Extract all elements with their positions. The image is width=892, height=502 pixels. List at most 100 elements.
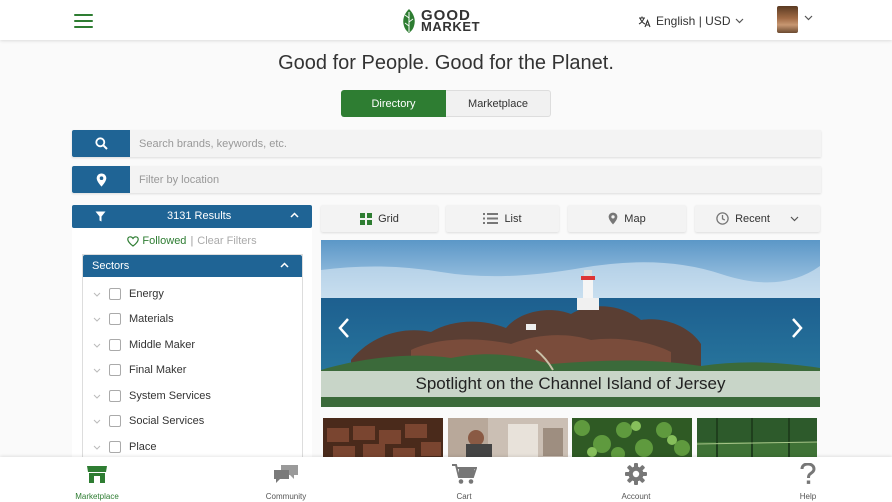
nav-label: Marketplace xyxy=(75,492,119,501)
account-menu-chevron-icon[interactable] xyxy=(804,15,813,21)
chevron-up-icon xyxy=(290,212,299,218)
search-input[interactable] xyxy=(130,130,821,157)
chat-bubbles-icon xyxy=(274,465,298,483)
clock-icon xyxy=(716,212,729,225)
sector-checkbox[interactable] xyxy=(109,339,121,351)
filter-funnel-icon xyxy=(95,211,106,222)
expand-chevron-icon[interactable] xyxy=(93,368,101,373)
workshop-image xyxy=(448,418,568,460)
carousel-next-arrow-icon[interactable] xyxy=(791,317,803,339)
map-label: Map xyxy=(624,212,646,225)
sector-checkbox[interactable] xyxy=(109,441,121,453)
spotlight-carousel[interactable]: Spotlight on the Channel Island of Jerse… xyxy=(321,240,820,407)
plants-image xyxy=(572,418,692,460)
sector-item-final-maker[interactable]: Final Maker xyxy=(93,363,186,377)
location-button[interactable] xyxy=(72,166,130,193)
sector-label: Materials xyxy=(129,313,174,325)
language-label: English | USD xyxy=(656,14,731,28)
nav-label: Account xyxy=(621,492,651,501)
logo-line-2: MARKET xyxy=(421,19,481,34)
sort-label: Recent xyxy=(735,212,770,225)
mode-toggle: Directory Marketplace xyxy=(341,90,551,117)
sector-item-system-services[interactable]: System Services xyxy=(93,389,211,403)
list-icon xyxy=(483,213,499,224)
search-bar xyxy=(72,130,821,157)
expand-chevron-icon[interactable] xyxy=(93,292,101,297)
map-view-button[interactable]: Map xyxy=(568,205,686,232)
expand-chevron-icon[interactable] xyxy=(93,343,101,348)
search-button[interactable] xyxy=(72,130,130,157)
chevron-down-icon xyxy=(790,216,799,221)
translate-icon xyxy=(638,16,651,27)
list-view-button[interactable]: List xyxy=(446,205,559,232)
followed-row: Followed | Clear Filters xyxy=(72,235,312,247)
nav-label: Community xyxy=(265,492,307,501)
leaf-logo-icon xyxy=(403,9,415,33)
store-icon xyxy=(87,466,107,483)
nav-help[interactable]: Help xyxy=(763,457,853,502)
page-tagline: Good for People. Good for the Planet. xyxy=(278,52,614,74)
nav-community[interactable]: Community xyxy=(241,457,331,502)
marketplace-tab[interactable]: Marketplace xyxy=(446,90,551,117)
list-label: List xyxy=(504,212,522,225)
sector-item-place[interactable]: Place xyxy=(93,440,157,454)
nav-marketplace[interactable]: Marketplace xyxy=(52,457,142,502)
sector-label: Final Maker xyxy=(129,364,187,376)
cart-icon xyxy=(452,464,477,484)
bottom-navigation: Marketplace Community Cart Account Help xyxy=(0,457,892,502)
nav-label: Help xyxy=(799,492,817,501)
sector-checkbox[interactable] xyxy=(109,390,121,402)
product-thumbnail[interactable] xyxy=(572,418,692,460)
sector-item-energy[interactable]: Energy xyxy=(93,287,164,301)
language-currency-selector[interactable]: English | USD xyxy=(638,14,744,28)
map-pin-icon xyxy=(608,212,618,225)
nav-cart[interactable]: Cart xyxy=(419,457,509,502)
hamburger-menu-icon[interactable] xyxy=(74,14,93,28)
filter-separator: | xyxy=(190,235,194,247)
sector-item-social-services[interactable]: Social Services xyxy=(93,414,204,428)
sector-item-materials[interactable]: Materials xyxy=(93,312,174,326)
nav-label: Cart xyxy=(456,492,472,501)
results-count: 3131 Results xyxy=(167,210,232,222)
product-thumbnail[interactable] xyxy=(697,418,817,460)
product-thumbnail[interactable] xyxy=(448,418,568,460)
sector-label: Place xyxy=(129,441,157,453)
expand-chevron-icon[interactable] xyxy=(93,317,101,322)
location-bar xyxy=(72,166,821,193)
sector-checkbox[interactable] xyxy=(109,364,121,376)
nav-account[interactable]: Account xyxy=(591,457,681,502)
carousel-prev-arrow-icon[interactable] xyxy=(338,317,350,339)
sector-label: System Services xyxy=(129,390,211,402)
expand-chevron-icon[interactable] xyxy=(93,394,101,399)
logo-wordmark: GOOD MARKET xyxy=(421,8,481,34)
sectors-header[interactable]: Sectors xyxy=(83,255,302,277)
product-thumbnail[interactable] xyxy=(323,418,443,460)
expand-chevron-icon[interactable] xyxy=(93,419,101,424)
chevron-up-icon xyxy=(280,262,289,268)
heart-icon xyxy=(127,235,140,247)
sectors-title: Sectors xyxy=(92,260,130,272)
user-avatar[interactable] xyxy=(777,6,798,33)
expand-chevron-icon[interactable] xyxy=(93,445,101,450)
sector-checkbox[interactable] xyxy=(109,313,121,325)
chevron-down-icon xyxy=(736,18,744,24)
directory-tab[interactable]: Directory xyxy=(341,90,446,117)
clear-filters-link[interactable]: Clear Filters xyxy=(197,235,256,247)
question-icon xyxy=(800,463,816,484)
results-filter-header[interactable]: 3131 Results xyxy=(72,205,312,228)
sectors-filter-box: Sectors Energy Materials Middle Maker Fi… xyxy=(82,254,303,460)
location-input[interactable] xyxy=(130,166,821,193)
grid-view-button[interactable]: Grid xyxy=(321,205,438,232)
good-market-logo[interactable]: GOOD MARKET xyxy=(401,7,480,35)
filter-panel: Followed | Clear Filters Sectors Energy … xyxy=(72,228,312,460)
sort-dropdown[interactable]: Recent xyxy=(695,205,820,232)
spotlight-caption: Spotlight on the Channel Island of Jerse… xyxy=(415,374,726,393)
sector-item-middle-maker[interactable]: Middle Maker xyxy=(93,338,195,352)
map-pin-icon xyxy=(96,173,106,186)
sector-checkbox[interactable] xyxy=(109,415,121,427)
followed-filter[interactable]: Followed xyxy=(127,235,186,247)
followed-label: Followed xyxy=(142,235,187,247)
chocolate-image xyxy=(323,418,443,460)
top-header: GOOD MARKET English | USD xyxy=(0,0,892,40)
sector-checkbox[interactable] xyxy=(109,288,121,300)
